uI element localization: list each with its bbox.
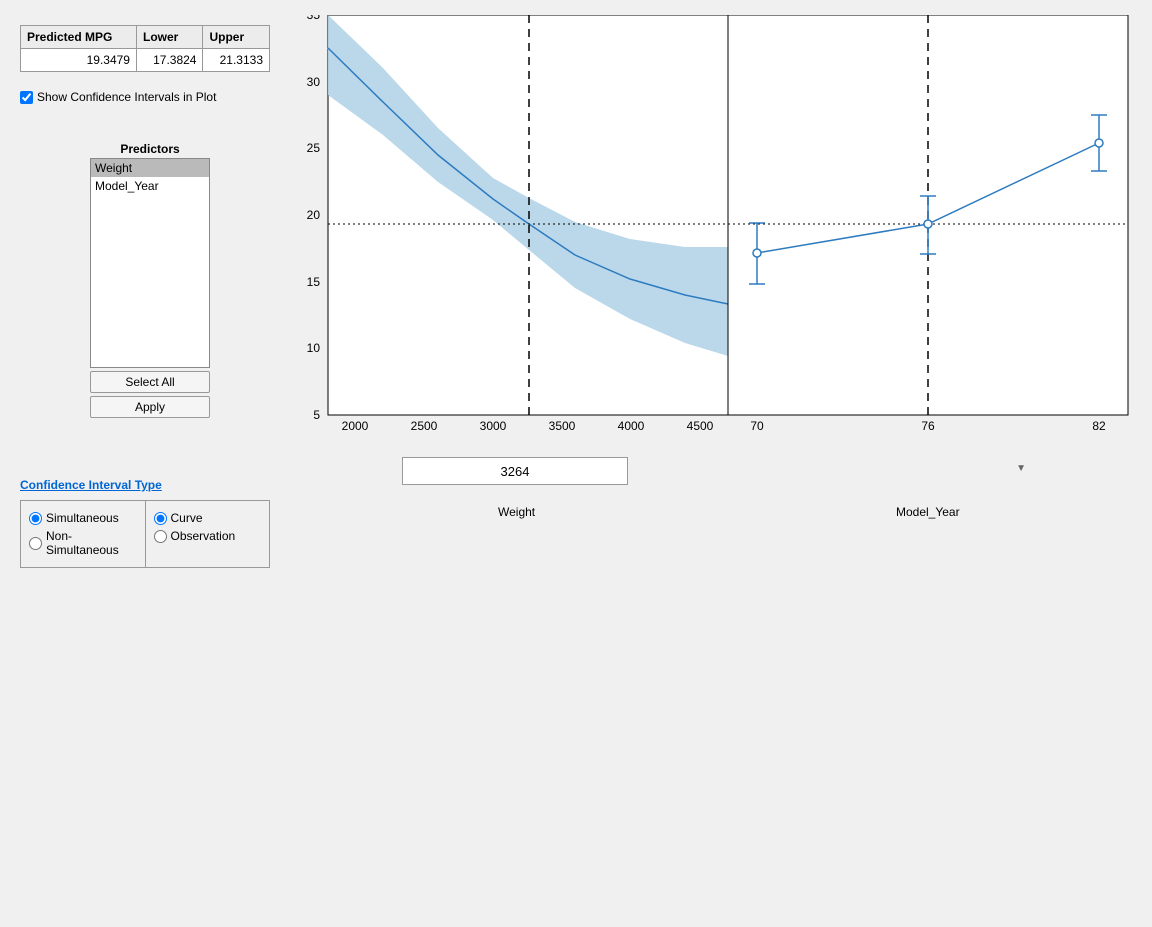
table-header: Predicted MPG	[21, 26, 137, 49]
svg-text:82: 82	[1092, 419, 1106, 433]
svg-text:70: 70	[750, 419, 764, 433]
select-all-button[interactable]: Select All	[90, 371, 210, 393]
simultaneous-radio[interactable]	[29, 512, 42, 525]
predictor-listbox[interactable]: Weight Model_Year	[90, 158, 210, 368]
svg-text:76: 76	[921, 419, 935, 433]
show-ci-label: Show Confidence Intervals in Plot	[37, 90, 216, 104]
observation-radio[interactable]	[154, 530, 167, 543]
non-simultaneous-radio[interactable]	[29, 537, 42, 550]
svg-text:25: 25	[307, 141, 321, 155]
svg-text:35: 35	[307, 15, 321, 22]
table-cell: 17.3824	[136, 49, 203, 72]
svg-text:20: 20	[307, 208, 321, 222]
ci-type-panel: Simultaneous Non-Simultaneous Curve Obse…	[20, 500, 270, 568]
table-header: Lower	[136, 26, 203, 49]
x-axis-label-weight: Weight	[498, 505, 535, 519]
svg-text:10: 10	[307, 341, 321, 355]
table-header: Upper	[203, 26, 270, 49]
x-axis-label-year: Model_Year	[896, 505, 960, 519]
curve-radio[interactable]	[154, 512, 167, 525]
svg-text:2500: 2500	[411, 419, 438, 433]
list-item[interactable]: Weight	[91, 159, 209, 177]
svg-text:4500: 4500	[687, 419, 714, 433]
weight-input[interactable]	[402, 457, 628, 485]
svg-text:5: 5	[313, 408, 320, 422]
table-cell: 21.3133	[203, 49, 270, 72]
prediction-plot: 2000 2500 3000 3500 4000 4500 5 10 15 20…	[298, 15, 1136, 445]
svg-text:15: 15	[307, 275, 321, 289]
predictors-title: Predictors	[90, 142, 210, 156]
ci-type-link[interactable]: Confidence Interval Type	[20, 478, 280, 492]
apply-button[interactable]: Apply	[90, 396, 210, 418]
show-ci-checkbox[interactable]	[20, 91, 33, 104]
svg-text:2000: 2000	[342, 419, 369, 433]
prediction-table: Predicted MPG Lower Upper 19.3479 17.382…	[20, 25, 270, 72]
radio-label: Simultaneous	[46, 511, 119, 525]
svg-text:30: 30	[307, 75, 321, 89]
svg-text:4000: 4000	[618, 419, 645, 433]
radio-label: Non-Simultaneous	[46, 529, 137, 557]
table-cell: 19.3479	[21, 49, 137, 72]
svg-text:3000: 3000	[480, 419, 507, 433]
radio-label: Observation	[171, 529, 236, 543]
radio-label: Curve	[171, 511, 203, 525]
list-item[interactable]: Model_Year	[91, 177, 209, 195]
svg-text:3500: 3500	[549, 419, 576, 433]
